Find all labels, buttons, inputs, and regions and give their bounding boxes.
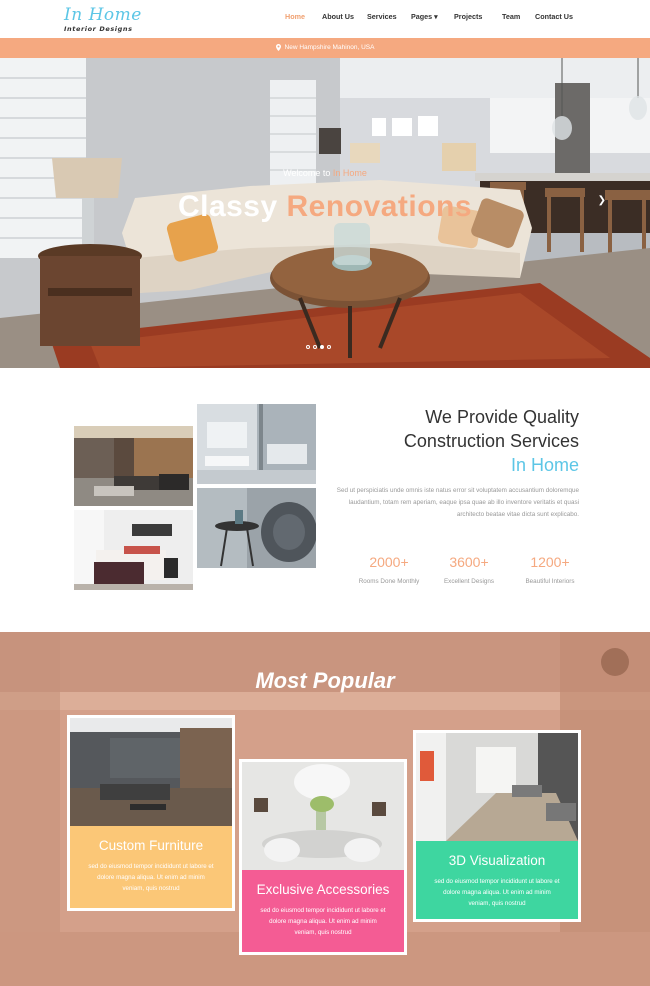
- slider-dots: [306, 345, 331, 349]
- card-title: Custom Furniture: [98, 838, 204, 853]
- card-custom-furniture[interactable]: Custom Furniture sed do eiusmod tempor i…: [67, 715, 235, 911]
- services-section: We Provide Quality Construction Services…: [0, 368, 650, 632]
- top-navbar: In Home Interior Designs Home About Us S…: [0, 0, 650, 38]
- nav-contact-us[interactable]: Contact Us: [535, 12, 573, 21]
- card-exclusive-accessories[interactable]: Exclusive Accessories sed do eiusmod tem…: [239, 759, 407, 955]
- card-title: 3D Visualization: [448, 853, 546, 868]
- bathroom-photo: [197, 404, 316, 484]
- nav-home[interactable]: Home: [285, 12, 305, 21]
- logo-title: In Home: [64, 5, 142, 25]
- logo-subtitle: Interior Designs: [64, 25, 133, 33]
- stat-value: 1200+: [530, 554, 570, 570]
- slider-dot[interactable]: [313, 345, 317, 349]
- most-popular-section: Most Popular Custom Furniture sed do eiu…: [0, 632, 650, 986]
- card-description: sed do eiusmod tempor incididunt ut labo…: [260, 907, 386, 936]
- location-bar: New Hampshire Mahinon, USA: [0, 38, 650, 58]
- nav-about-us[interactable]: About Us: [322, 12, 354, 21]
- slider-dot[interactable]: [327, 345, 331, 349]
- card-body: Custom Furniture sed do eiusmod tempor i…: [70, 826, 232, 908]
- services-paragraph: Sed ut perspiciatis unde omnis iste natu…: [336, 487, 579, 518]
- card-body: Exclusive Accessories sed do eiusmod tem…: [242, 870, 404, 952]
- most-popular-title: Most Popular: [255, 668, 395, 693]
- hero-welcome-prefix: Welcome to: [283, 168, 333, 178]
- stat-interiors: 1200+ Beautiful Interiors: [505, 554, 595, 585]
- living-room-photo: [74, 426, 193, 506]
- nav-pages-dropdown[interactable]: Pages ▾: [411, 12, 438, 21]
- stat-value: 3600+: [449, 554, 489, 570]
- slider-dot-active[interactable]: [320, 345, 324, 349]
- card-image: [242, 762, 404, 870]
- location-text: New Hampshire Mahinon, USA: [284, 44, 375, 51]
- card-title: Exclusive Accessories: [256, 882, 390, 897]
- hero-title-part2: Renovations: [286, 190, 473, 223]
- stat-rooms: 2000+ Rooms Done Monthly: [344, 554, 434, 585]
- stat-label: Excellent Designs: [443, 578, 495, 585]
- stat-designs: 3600+ Excellent Designs: [424, 554, 514, 585]
- services-heading-brand: In Home: [510, 455, 579, 475]
- hero-welcome-text: Welcome to In Home: [0, 168, 650, 178]
- card-image: [416, 733, 578, 841]
- slider-dot[interactable]: [306, 345, 310, 349]
- stat-label: Rooms Done Monthly: [358, 578, 420, 585]
- hero-title: Classy Renovations: [0, 190, 650, 224]
- card-image: [70, 718, 232, 826]
- site-logo[interactable]: In Home Interior Designs: [64, 6, 142, 33]
- stat-value: 2000+: [369, 554, 409, 570]
- card-body: 3D Visualization sed do eiusmod tempor i…: [416, 841, 578, 919]
- nav-team[interactable]: Team: [502, 12, 520, 21]
- map-pin-icon: [275, 43, 281, 51]
- services-heading-line2: Construction Services: [403, 431, 579, 451]
- hero-slider: Welcome to In Home Classy Renovations ❯: [0, 58, 650, 368]
- card-3d-visualization[interactable]: 3D Visualization sed do eiusmod tempor i…: [413, 730, 581, 922]
- nav-projects[interactable]: Projects: [454, 12, 482, 21]
- services-heading: We Provide Quality Construction Services…: [404, 405, 579, 477]
- chair-table-photo: [197, 488, 316, 568]
- nav-services[interactable]: Services: [367, 12, 397, 21]
- stat-label: Beautiful Interiors: [525, 578, 575, 585]
- services-heading-line1: We Provide Quality: [425, 407, 579, 427]
- chevron-right-icon[interactable]: ❯: [598, 195, 606, 206]
- hero-title-part1: Classy: [177, 190, 287, 223]
- card-description: sed do eiusmod tempor incididunt ut labo…: [434, 878, 560, 907]
- bedroom-photo: [74, 510, 193, 590]
- hero-welcome-brand: In Home: [332, 168, 367, 178]
- card-description: sed do eiusmod tempor incididunt ut labo…: [88, 863, 214, 892]
